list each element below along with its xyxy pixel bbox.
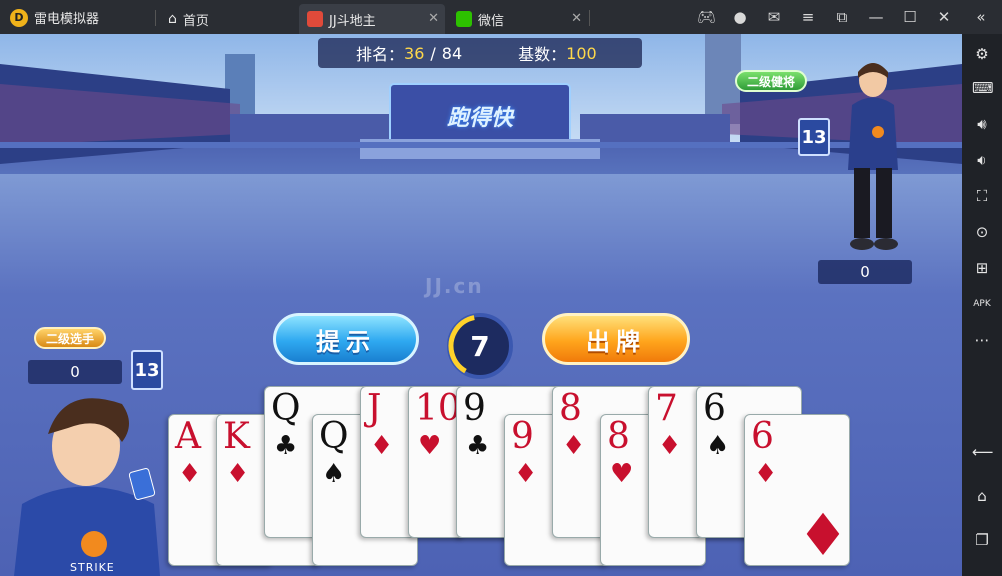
- card-suit-icon: ♠: [706, 431, 730, 461]
- tab-label: 微信: [478, 13, 505, 29]
- mail-icon[interactable]: ✉: [765, 8, 783, 26]
- keyboard-icon[interactable]: ⌨: [972, 78, 994, 98]
- jj-app-icon: [307, 11, 323, 27]
- right-player-title-badge: 二级健将: [735, 70, 808, 92]
- home-icon[interactable]: ⌂: [972, 486, 992, 506]
- card-rank: 6: [703, 388, 726, 429]
- card-suit-icon: ♦: [226, 459, 250, 489]
- card-suit-icon: ♦: [754, 459, 778, 489]
- more-icon[interactable]: ⋯: [972, 330, 992, 350]
- title-bar: D 雷电模拟器 ⌂ 首页 JJ斗地主 ✕ 微信 ✕ 🎮︎ ● ✉ ≡ ⧉ — ☐…: [0, 0, 1002, 34]
- user-avatar-icon[interactable]: ●: [731, 8, 749, 26]
- wechat-icon: [456, 11, 472, 27]
- play-button[interactable]: 出牌: [542, 313, 690, 365]
- tab-label: 首页: [182, 13, 209, 29]
- right-player-avatar[interactable]: [838, 60, 908, 260]
- timer-value: 7: [470, 329, 490, 363]
- recent-apps-icon[interactable]: ❐: [972, 530, 992, 550]
- ldplayer-logo-icon: D: [10, 8, 28, 27]
- card-rank: Q: [271, 388, 301, 429]
- close-window-icon[interactable]: ✕: [935, 8, 953, 26]
- card-suit-icon: ♦: [514, 459, 538, 489]
- card-suit-icon: ♣: [466, 431, 490, 461]
- card-rank: 9: [463, 388, 486, 429]
- card-rank: K: [223, 416, 250, 457]
- menu-icon[interactable]: ≡: [799, 8, 817, 26]
- left-player-title-badge: 二级选手: [34, 327, 107, 349]
- maximize-icon[interactable]: ☐: [901, 8, 919, 26]
- fullscreen-icon[interactable]: ⛶: [972, 186, 992, 206]
- record-icon[interactable]: ⊙: [972, 222, 992, 242]
- card-suit-icon: ♥: [610, 459, 634, 489]
- tab-home[interactable]: ⌂ 首页: [160, 4, 295, 34]
- card-rank: Q: [319, 416, 349, 457]
- shirt-text: STRIKE: [70, 561, 115, 574]
- left-player-avatar[interactable]: [4, 384, 166, 576]
- tab-jj-doudizhu[interactable]: JJ斗地主 ✕: [299, 4, 445, 34]
- back-icon[interactable]: ⟵: [972, 442, 994, 462]
- settings-icon[interactable]: ⚙: [972, 44, 992, 64]
- stage-sign: 跑得快: [446, 106, 513, 131]
- card-rank: 7: [655, 388, 678, 429]
- volume-up-icon[interactable]: 🔊︎: [972, 114, 992, 134]
- card-rank: 10: [415, 388, 461, 429]
- card-suit-icon: ♥: [418, 431, 442, 461]
- gamepad-icon[interactable]: 🎮︎: [697, 8, 716, 26]
- card-suit-icon: ♦: [178, 459, 202, 489]
- card-center-suit-icon: ♦: [797, 501, 849, 569]
- minimize-icon[interactable]: —: [867, 8, 885, 26]
- collapse-sidebar-icon[interactable]: «: [972, 8, 990, 26]
- card-suit-icon: ♦: [370, 431, 394, 461]
- close-icon[interactable]: ✕: [428, 11, 439, 26]
- card-rank: 6: [751, 416, 774, 457]
- watermark: JJ.cn: [425, 274, 484, 298]
- hint-button[interactable]: 提示: [273, 313, 419, 365]
- card-suit-icon: ♦: [562, 431, 586, 461]
- app-name: 雷电模拟器: [34, 12, 100, 27]
- rank-label: 排名：: [356, 45, 405, 64]
- tab-wechat[interactable]: 微信 ✕: [448, 4, 588, 34]
- app-title: D 雷电模拟器: [10, 8, 99, 27]
- add-app-icon[interactable]: ⊞: [972, 258, 992, 278]
- base-label: 基数：: [518, 45, 567, 64]
- card-suit-icon: ♣: [274, 431, 298, 461]
- card-suit-icon: ♦: [658, 431, 682, 461]
- close-icon[interactable]: ✕: [571, 11, 582, 26]
- apk-install-icon[interactable]: APK: [972, 294, 992, 314]
- card-suit-icon: ♠: [322, 459, 346, 489]
- right-player-card-count: 13: [798, 118, 830, 156]
- right-player-score: 0: [818, 260, 912, 284]
- card-rank: 9: [511, 416, 534, 457]
- card-rank: 8: [559, 388, 582, 429]
- tab-separator: [589, 10, 590, 26]
- rank-separator: /: [430, 43, 436, 63]
- playing-card[interactable]: 6 ♦ ♦: [744, 414, 850, 569]
- rank-value: 36: [404, 43, 425, 63]
- rank-total: 84: [441, 43, 463, 63]
- card-rank: J: [367, 388, 382, 429]
- emulator-sidebar: ⚙ ⌨ 🔊︎ 🔉︎ ⛶ ⊙ ⊞ APK ⋯ ⟵ ⌂ ❐: [962, 34, 1002, 576]
- rank-bar: 排名： 36 / 84 基数： 100: [318, 38, 642, 68]
- game-view: 跑得快 JJ.cn 排名： 36 / 84 基数： 100 二级健将 13 0 …: [0, 34, 962, 576]
- restore-window-icon[interactable]: ⧉: [833, 8, 851, 26]
- tab-label: JJ斗地主: [329, 13, 376, 29]
- turn-timer: 7: [447, 313, 513, 379]
- left-player-score: 0: [28, 360, 122, 384]
- volume-down-icon[interactable]: 🔉︎: [972, 150, 992, 170]
- card-rank: 8: [607, 416, 630, 457]
- base-value: 100: [566, 43, 597, 63]
- home-icon: ⌂: [168, 11, 177, 27]
- card-rank: A: [175, 416, 201, 457]
- tab-separator: [155, 10, 156, 26]
